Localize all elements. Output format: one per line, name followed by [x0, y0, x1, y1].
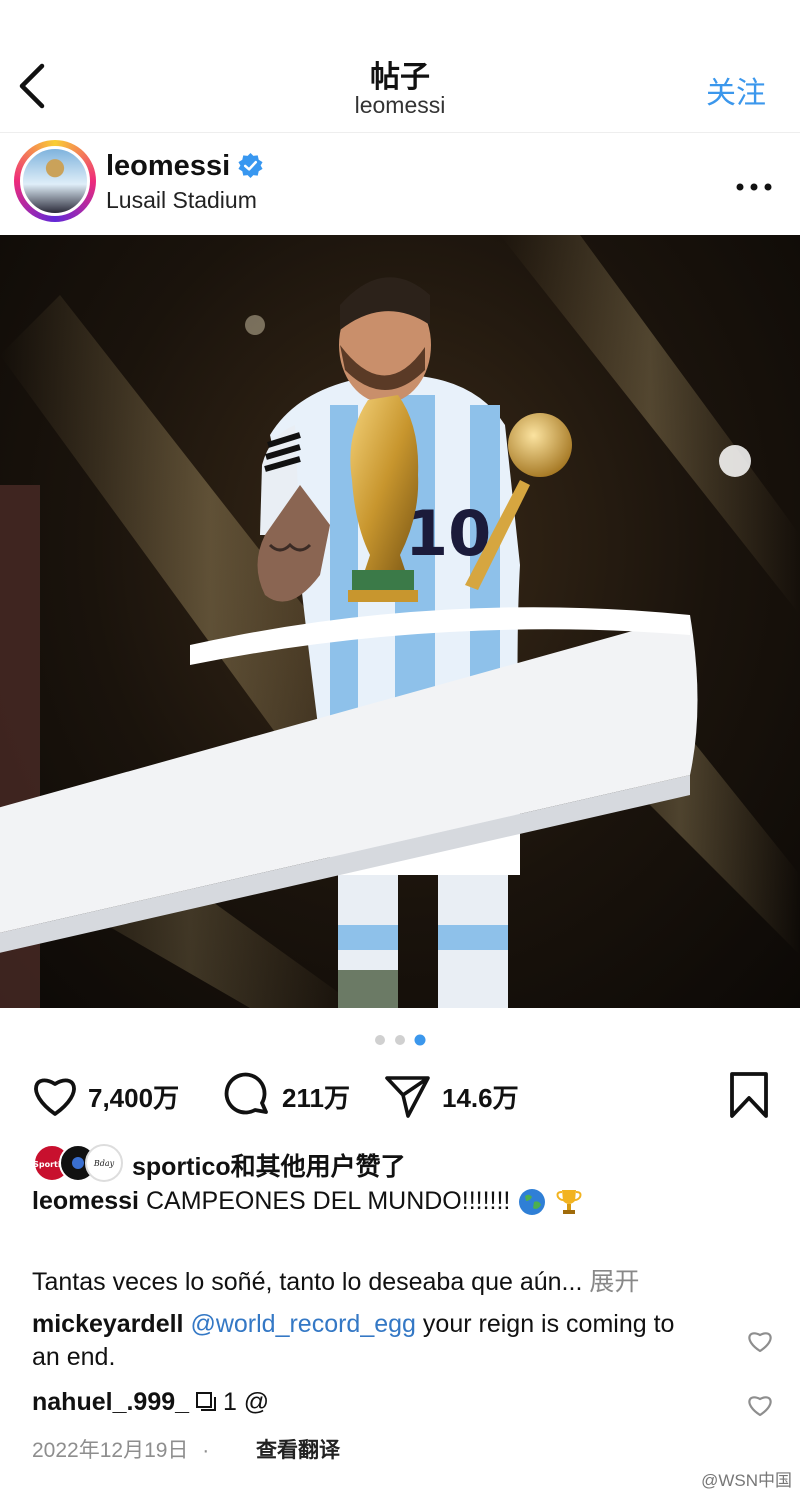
reply-box-icon: [195, 1392, 216, 1411]
comment-like-heart-icon[interactable]: [746, 1392, 774, 1418]
page-title: 帖子: [370, 61, 430, 94]
like-button[interactable]: [30, 1070, 80, 1125]
comment-item: nahuel_.999_ 1 @: [32, 1388, 269, 1417]
post-location[interactable]: Lusail Stadium: [106, 187, 257, 214]
comment-reply-count: 1: [222, 1388, 237, 1416]
comment-button[interactable]: [222, 1070, 272, 1125]
bookmark-icon: [730, 1072, 768, 1118]
more-options-button[interactable]: [736, 162, 772, 201]
comment-count[interactable]: 211万: [282, 1078, 350, 1115]
carousel-indicator: [375, 1034, 426, 1046]
carousel-dot: [395, 1035, 405, 1045]
save-button[interactable]: [724, 1070, 774, 1125]
meta-separator: ·: [202, 1439, 210, 1462]
carousel-dot: [375, 1035, 385, 1045]
heart-icon: [34, 1078, 76, 1116]
caption-line-1: leomessi CAMPEONES DEL MUNDO!!!!!!!: [32, 1187, 584, 1217]
comment-mention[interactable]: @world_record_egg: [190, 1310, 416, 1338]
comment-username[interactable]: nahuel_.999_: [32, 1388, 189, 1416]
post-username[interactable]: leomessi: [106, 150, 230, 183]
caption-username[interactable]: leomessi: [32, 1187, 139, 1215]
follow-button[interactable]: 关注: [706, 68, 766, 112]
caption-line-2: Tantas veces lo soñé, tanto lo deseaba q…: [32, 1262, 639, 1298]
photo-illustration: 10: [0, 235, 800, 1008]
share-button[interactable]: [382, 1070, 432, 1125]
comment-like-heart-icon[interactable]: [746, 1328, 774, 1354]
comment-bubble-icon: [224, 1072, 268, 1115]
post-photo[interactable]: 10: [0, 235, 800, 1008]
liked-by-text[interactable]: sportico和其他用户赞了: [132, 1147, 406, 1183]
liker-avatars[interactable]: Sportico Bday: [32, 1143, 132, 1183]
comment-item: mickeyardell @world_record_egg your reig…: [32, 1308, 692, 1374]
liked-by-user[interactable]: sportico: [132, 1153, 231, 1181]
share-count[interactable]: 14.6万: [442, 1078, 519, 1115]
comment-username[interactable]: mickeyardell: [32, 1310, 184, 1338]
trophy-emoji-icon: [556, 1190, 582, 1215]
carousel-dot-active: [414, 1034, 426, 1046]
paper-plane-icon: [385, 1076, 430, 1118]
caption-truncated-text: Tantas veces lo soñé, tanto lo deseaba q…: [32, 1268, 583, 1296]
post-date: 2022年12月19日 ·: [32, 1434, 209, 1464]
page-subtitle: leomessi: [354, 92, 446, 118]
globe-emoji-icon: [519, 1189, 546, 1216]
caption-text: CAMPEONES DEL MUNDO!!!!!!!: [145, 1187, 511, 1215]
liked-by-suffix: 和其他用户赞了: [230, 1153, 406, 1181]
avatar[interactable]: [20, 146, 90, 216]
like-count[interactable]: 7,400万: [88, 1078, 179, 1115]
svg-text:10: 10: [405, 497, 491, 570]
watermark: @WSN中国: [701, 1471, 792, 1490]
svg-text:Bday: Bday: [93, 1159, 115, 1168]
expand-caption-button[interactable]: 展开: [589, 1268, 639, 1296]
post-date-text: 2022年12月19日: [32, 1439, 189, 1462]
translate-button[interactable]: 查看翻译: [256, 1434, 340, 1464]
verified-badge-icon: [238, 152, 263, 179]
ellipsis-icon: [736, 183, 772, 191]
comment-extra[interactable]: @: [244, 1388, 269, 1416]
